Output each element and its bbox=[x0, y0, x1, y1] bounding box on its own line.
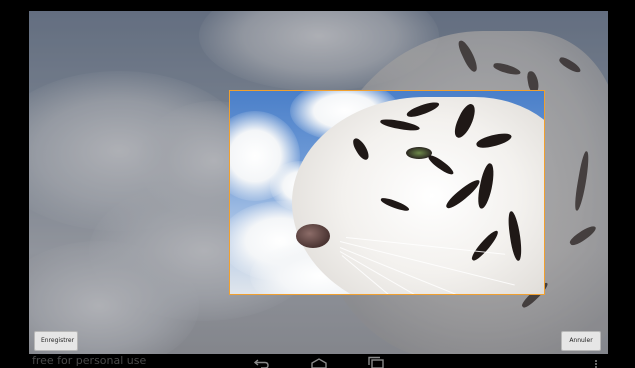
watermark-text: free for personal use bbox=[32, 354, 147, 367]
back-icon[interactable] bbox=[252, 354, 272, 368]
tiger-nose bbox=[296, 224, 330, 248]
wallpaper-crop-screen: Enregistrer Annuler free for personal us… bbox=[0, 0, 635, 368]
recents-icon[interactable] bbox=[366, 354, 386, 368]
save-button[interactable]: Enregistrer bbox=[34, 331, 78, 351]
system-navigation-bar: free for personal use bbox=[0, 354, 635, 368]
overflow-menu-icon[interactable] bbox=[590, 354, 602, 368]
home-icon[interactable] bbox=[309, 354, 329, 368]
cancel-button[interactable]: Annuler bbox=[561, 331, 601, 351]
crop-selection-frame[interactable] bbox=[229, 90, 545, 295]
